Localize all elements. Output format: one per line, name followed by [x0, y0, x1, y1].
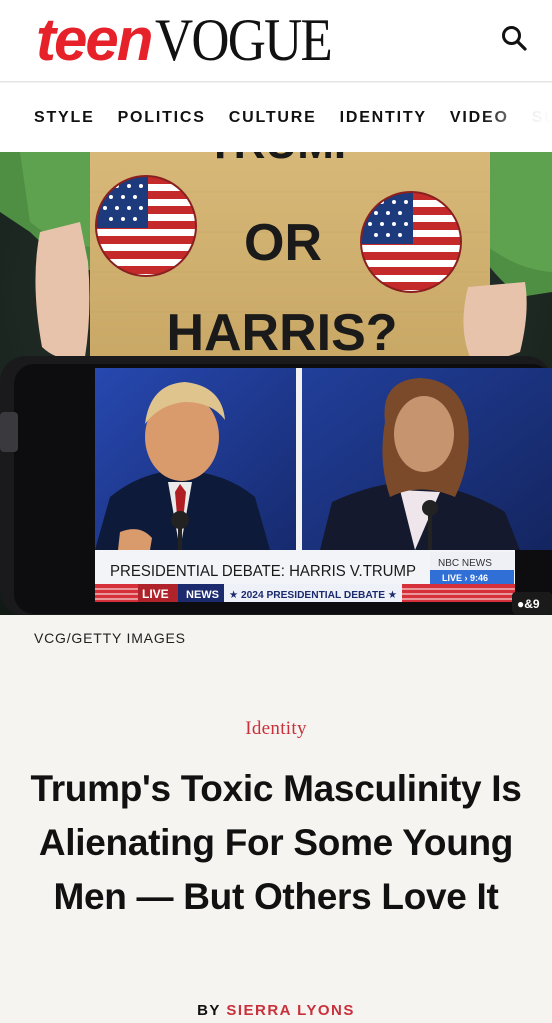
section-nav: STYLE POLITICS CULTURE IDENTITY VIDEO SL — [0, 83, 552, 152]
site-header: teen VOGUE — [0, 0, 552, 82]
hero-image[interactable]: TRUMP OR HARRIS? PRESIDENTIAL DE — [0, 152, 552, 615]
nav-item-style[interactable]: STYLE — [34, 109, 95, 127]
logo-teen-text: teen — [36, 6, 153, 73]
article-byline: BY SIERRA LYONS — [0, 1002, 552, 1019]
nav-list: STYLE POLITICS CULTURE IDENTITY VIDEO SL — [34, 83, 552, 152]
ticker-live: LIVE — [142, 587, 169, 601]
logo-vogue-text: VOGUE — [155, 7, 333, 73]
image-credit: VCG/GETTY IMAGES — [34, 630, 186, 646]
search-button[interactable] — [496, 20, 532, 56]
ticker-event: ★ 2024 PRESIDENTIAL DEBATE ★ — [229, 589, 397, 601]
byline-prefix: BY — [197, 1002, 227, 1019]
sign-line-trump: TRUMP — [207, 152, 363, 168]
nav-scroll-fade — [482, 83, 552, 152]
chyron-network: NBC NEWS — [438, 558, 492, 569]
chyron-live-time: LIVE › 9:46 — [442, 573, 488, 583]
author-link[interactable]: SIERRA LYONS — [226, 1002, 355, 1019]
ticker-network: NEWS — [186, 589, 219, 601]
nav-item-politics[interactable]: POLITICS — [118, 109, 206, 127]
phone-corner-badge: ●&9 — [517, 597, 540, 611]
article-headline: Trump's Toxic Masculinity Is Alienating … — [30, 768, 522, 917]
nav-item-culture[interactable]: CULTURE — [229, 109, 317, 127]
search-icon — [502, 26, 527, 51]
chyron-title: PRESIDENTIAL DEBATE: HARRIS V.TRUMP — [110, 563, 416, 580]
sign-line-harris: HARRIS? — [166, 304, 397, 362]
article-rubric[interactable]: Identity — [0, 718, 552, 740]
teen-vogue-logo[interactable]: teen VOGUE — [36, 6, 355, 73]
hero-photo: TRUMP OR HARRIS? PRESIDENTIAL DE — [0, 152, 552, 615]
nav-item-identity[interactable]: IDENTITY — [340, 109, 427, 127]
sign-line-or: OR — [244, 214, 322, 272]
